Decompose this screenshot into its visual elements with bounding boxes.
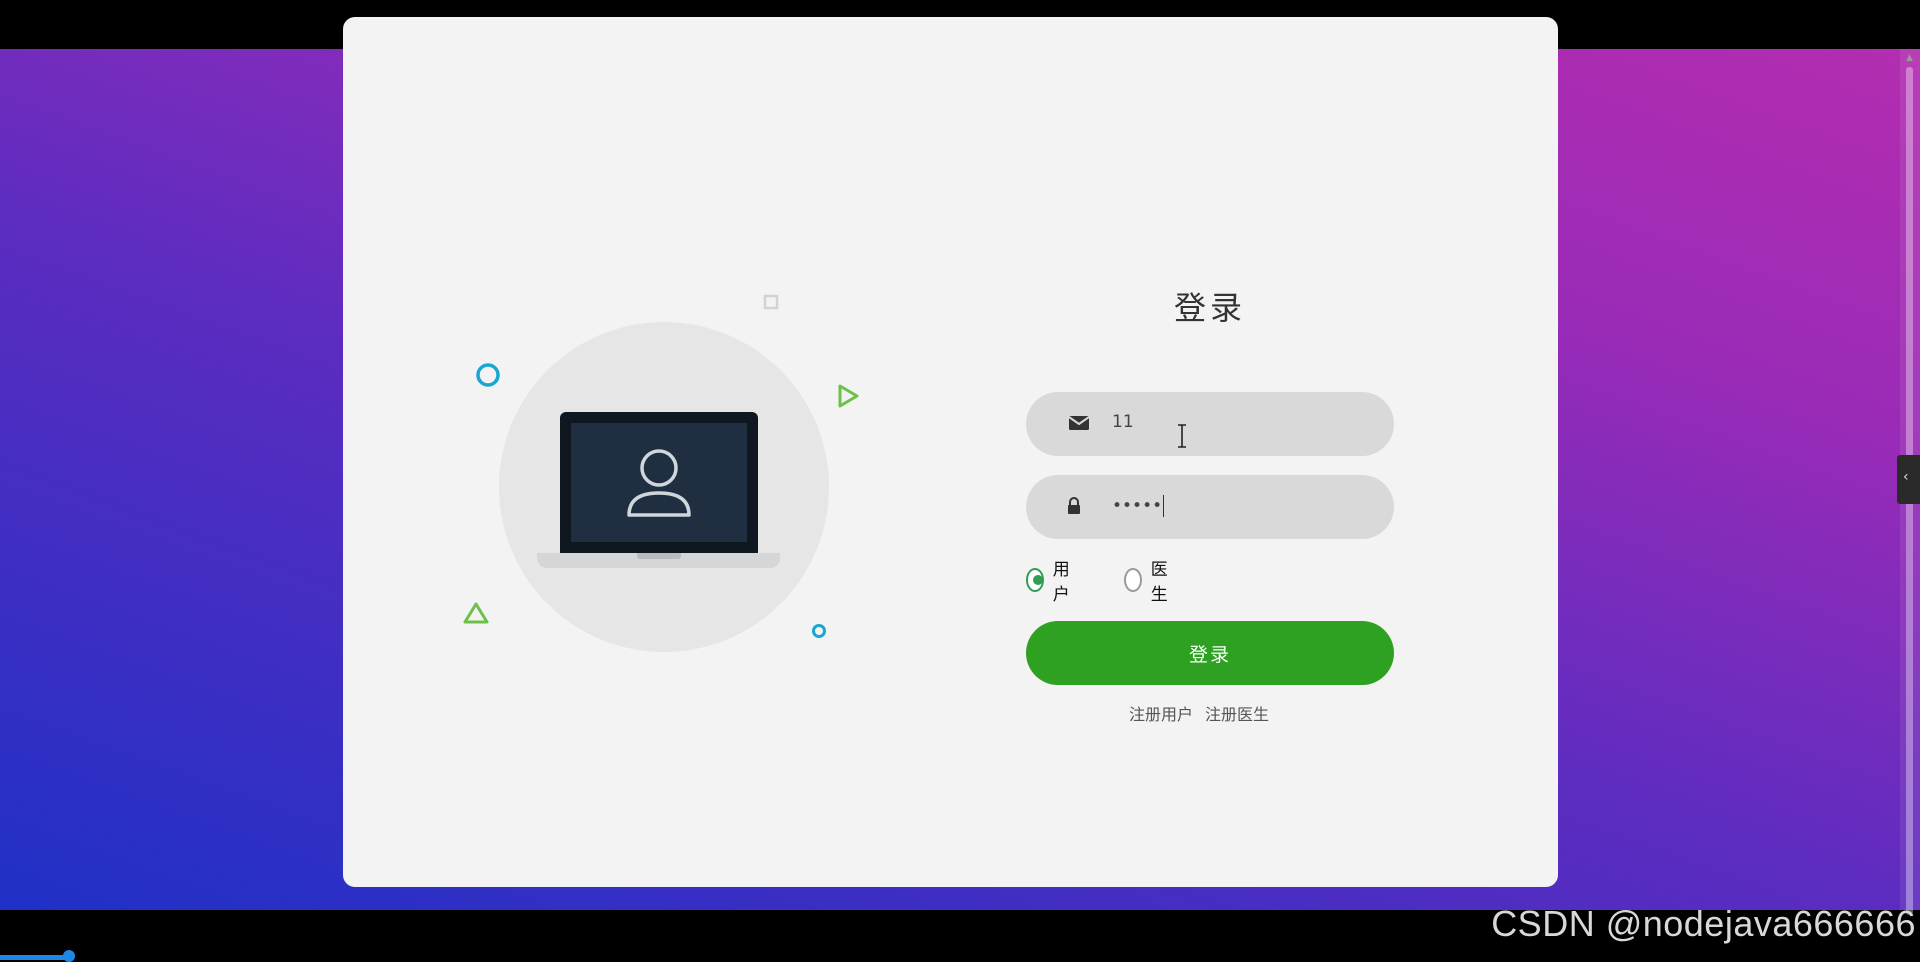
register-links: 注册用户 注册医生 [1129, 701, 1281, 725]
login-title: 登录 [1173, 289, 1246, 327]
password-value[interactable]: ••••• [1112, 495, 1165, 517]
envelope-icon [1068, 416, 1090, 430]
decor-ring-icon [476, 363, 500, 387]
decor-square-icon [763, 294, 779, 310]
side-panel-toggle[interactable]: ‹ [1897, 455, 1920, 504]
role-label-doctor: 医生 [1150, 560, 1168, 605]
lock-icon [1068, 497, 1080, 514]
role-radio-doctor[interactable]: 医生 [1124, 560, 1174, 605]
video-progress-knob[interactable] [63, 950, 75, 962]
chevron-left-icon: ‹ [1903, 469, 1909, 485]
scroll-up-icon[interactable]: ▲ [1906, 53, 1913, 63]
login-button[interactable]: 登录 [1026, 621, 1394, 685]
register-doctor-link[interactable]: 注册医生 [1205, 705, 1269, 724]
decor-triangle-icon [463, 602, 489, 624]
register-user-link[interactable]: 注册用户 [1129, 705, 1193, 724]
text-cursor-icon [1178, 424, 1186, 448]
password-mask: ••••• [1112, 496, 1163, 516]
laptop-display [571, 423, 747, 542]
user-icon [627, 449, 691, 517]
decor-play-triangle-icon [838, 384, 859, 408]
username-field[interactable]: 11 [1026, 392, 1394, 456]
radio-dot[interactable] [1124, 568, 1142, 592]
password-field[interactable]: ••••• [1026, 475, 1394, 539]
watermark: CSDN @nodejava666666 [1491, 903, 1916, 944]
role-label-user: 用户 [1052, 560, 1070, 605]
role-radio-user[interactable]: 用户 [1026, 560, 1076, 605]
input-caret [1163, 495, 1165, 517]
laptop-illustration [560, 412, 758, 554]
radio-dot[interactable] [1026, 568, 1044, 592]
username-value[interactable]: 11 [1112, 412, 1134, 432]
decor-small-ring-icon [812, 624, 826, 638]
video-progress-bar[interactable] [0, 955, 69, 960]
laptop-notch [637, 553, 681, 559]
